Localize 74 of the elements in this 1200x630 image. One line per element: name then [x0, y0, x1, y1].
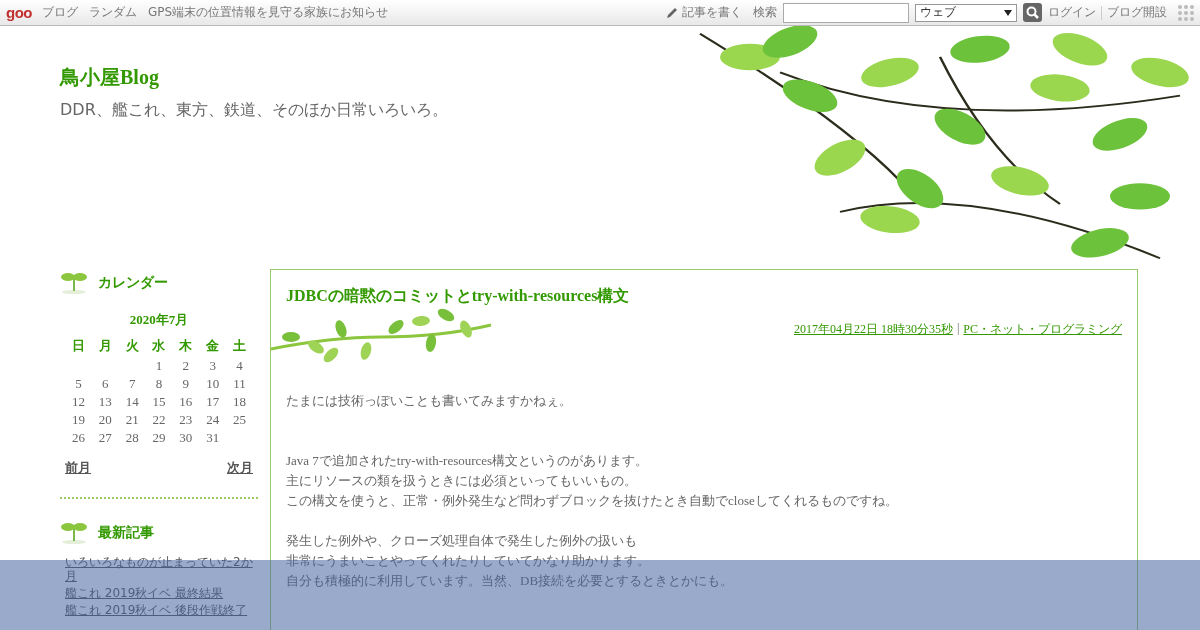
calendar-heading: カレンダー: [98, 274, 168, 292]
calendar-day: 9: [172, 375, 200, 393]
caret-icon: [1004, 9, 1012, 16]
search-button[interactable]: [1023, 3, 1042, 22]
calendar-day: 15: [145, 393, 173, 411]
prev-month-link[interactable]: 前月: [65, 459, 91, 477]
write-link[interactable]: 記事を書く: [682, 4, 742, 21]
calendar-day: 14: [118, 393, 146, 411]
calendar-day: 28: [118, 429, 146, 447]
pen-icon: [665, 5, 679, 20]
weekday-label: 月: [97, 337, 113, 355]
weekday-label: 水: [151, 337, 167, 355]
weekday-label: 日: [70, 337, 86, 355]
calendar-day: 30: [172, 429, 200, 447]
category-link[interactable]: PC・ネット・プログラミング: [963, 321, 1122, 338]
calendar-month: 2020年7月: [128, 311, 190, 329]
post-date-link[interactable]: 2017年04月22日 18時30分35秒: [793, 321, 953, 338]
sprout-icon: [60, 521, 88, 545]
post-text-line: たまには技術っぽいことも書いてみますかねぇ。: [286, 392, 572, 410]
calendar-day: 22: [145, 411, 173, 429]
calendar-day: 3: [199, 357, 227, 375]
calendar-day: 13: [91, 393, 119, 411]
post-text-line: Java 7で追加されたtry-with-resources構文というのがあります。: [286, 452, 649, 470]
weekday-label: 火: [124, 337, 140, 355]
recent-post-link[interactable]: 艦これ 2019秋イベ 最終結果: [65, 586, 253, 600]
calendar-day: 20: [91, 411, 119, 429]
weekday-label: 金: [205, 337, 221, 355]
calendar-day: 18: [226, 393, 253, 411]
calendar-day: 29: [145, 429, 173, 447]
scope-select[interactable]: ウェブ: [915, 3, 1017, 22]
weekday-label: 土: [232, 337, 248, 355]
calendar-day: 6: [91, 375, 119, 393]
calendar-day: 7: [118, 375, 146, 393]
calendar-day: 12: [65, 393, 92, 411]
post-text-line: この構文を使うと、正常・例外発生など問わずブロックを抜けたとき自動でcloseしてくれるものですね。: [286, 492, 898, 510]
nav-link[interactable]: ランダム: [89, 4, 137, 21]
calendar-day: 10: [199, 375, 227, 393]
calendar-day: 11: [226, 375, 253, 393]
sprout-icon: [60, 271, 88, 295]
calendar-day: 2: [172, 357, 200, 375]
logo[interactable]: goo: [6, 4, 32, 21]
calendar-day: 4: [226, 357, 253, 375]
grid-menu-icon[interactable]: [1178, 4, 1194, 21]
calendar-day: 5: [65, 375, 92, 393]
calendar-day: 25: [226, 411, 253, 429]
calendar-day: 27: [91, 429, 119, 447]
post-title[interactable]: JDBCの暗黙のコミットとtry-with-resources構文: [286, 286, 630, 307]
recent-post-link[interactable]: 艦これ 2019秋イベ 後段作戦終了: [65, 603, 253, 617]
calendar-day: 31: [199, 429, 227, 447]
calendar-day: 24: [199, 411, 227, 429]
calendar-day: 21: [118, 411, 146, 429]
blog-title[interactable]: 鳥小屋Blog: [60, 64, 159, 91]
open-blog-link[interactable]: ブログ開設: [1107, 4, 1167, 21]
calendar-day: 19: [65, 411, 92, 429]
login-link[interactable]: ログイン: [1048, 4, 1096, 21]
search-field[interactable]: [783, 2, 909, 23]
post-text-line: 自分も積極的に利用しています。当然、DB接続を必要とするときとかにも。: [286, 572, 734, 590]
meta-separator: |: [956, 321, 960, 337]
post-text-line: 発生した例外や、クローズ処理自体で発生した例外の扱いも: [286, 532, 637, 550]
calendar-day: 1: [145, 357, 173, 375]
post-text-line: 主にリソースの類を扱うときには必須といってもいいもの。: [286, 472, 637, 490]
search-label: 検索: [753, 4, 777, 21]
nav-link[interactable]: GPS端末の位置情報を見守る家族にお知らせ: [148, 4, 389, 21]
nav-link[interactable]: ブログ: [42, 4, 78, 21]
search-icon: [1026, 6, 1039, 19]
weekday-label: 木: [178, 337, 194, 355]
calendar-day: 8: [145, 375, 173, 393]
calendar-day: 26: [65, 429, 92, 447]
recent-heading: 最新記事: [98, 524, 154, 542]
next-month-link[interactable]: 次月: [227, 459, 253, 477]
calendar-day: 17: [199, 393, 227, 411]
blog-tagline: DDR、艦これ、東方、鉄道、そのほか日常いろいろ。: [60, 100, 448, 121]
calendar-day: 16: [172, 393, 200, 411]
calendar-day: 23: [172, 411, 200, 429]
